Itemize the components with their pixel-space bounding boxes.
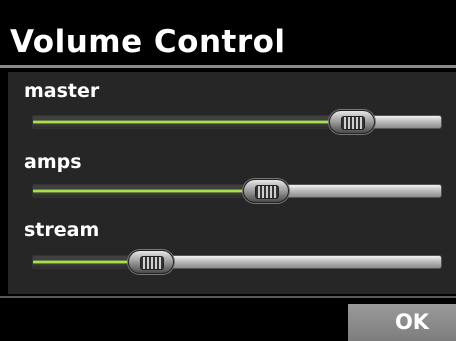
stream-slider[interactable] — [32, 250, 442, 274]
title-divider — [0, 65, 456, 68]
amps-slider-fill — [32, 184, 266, 198]
grip-icon — [340, 116, 365, 130]
amps-label: amps — [24, 151, 82, 173]
amps-slider[interactable] — [32, 179, 442, 203]
stream-label: stream — [24, 219, 100, 241]
master-slider-thumb[interactable] — [328, 110, 375, 134]
footer-divider — [0, 296, 456, 298]
master-slider-fill — [32, 115, 352, 129]
page-title: Volume Control — [10, 24, 286, 60]
stream-slider-thumb[interactable] — [127, 250, 174, 274]
ok-button[interactable]: OK — [348, 304, 456, 341]
master-label: master — [24, 80, 100, 102]
grip-icon — [139, 256, 164, 270]
amps-slider-thumb[interactable] — [242, 179, 289, 203]
master-slider[interactable] — [32, 110, 442, 134]
grip-icon — [254, 185, 279, 199]
